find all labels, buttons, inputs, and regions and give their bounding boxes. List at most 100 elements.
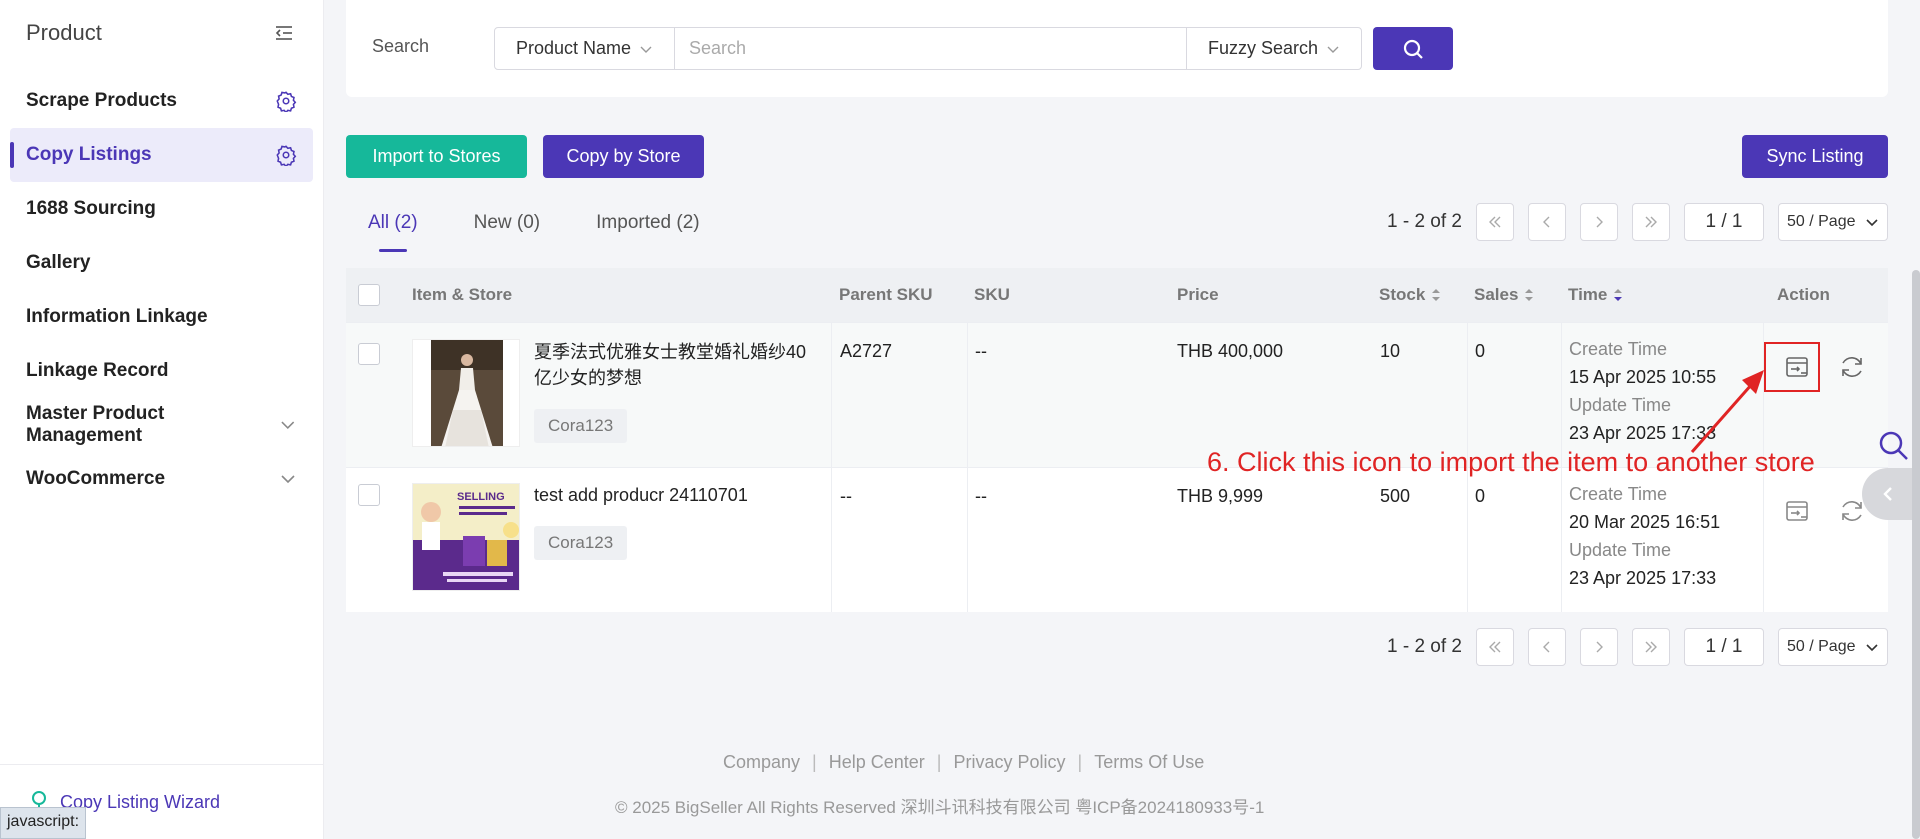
- sidebar-item-woocommerce[interactable]: WooCommerce: [10, 452, 313, 506]
- next-page-button[interactable]: [1580, 628, 1618, 666]
- page-size-value: 50 / Page: [1787, 638, 1856, 655]
- sku: --: [975, 486, 987, 506]
- page-indicator[interactable]: 1 / 1: [1684, 628, 1764, 666]
- sidebar-item-copy-listings[interactable]: Copy Listings: [10, 128, 313, 182]
- status-tabs: All (2) New (0) Imported (2): [346, 200, 734, 252]
- sidebar-item-master-product-management[interactable]: Master Product Management: [10, 398, 313, 452]
- pagination-range: 1 - 2 of 2: [1387, 211, 1462, 232]
- search-mode-select[interactable]: Fuzzy Search: [1187, 28, 1361, 69]
- search-input[interactable]: Search: [675, 28, 1187, 69]
- search-field-value: Product Name: [515, 38, 632, 58]
- stock: 500: [1380, 486, 1411, 506]
- gear-icon[interactable]: [275, 144, 297, 166]
- footer-link-company[interactable]: Company: [723, 752, 800, 773]
- sort-icon: [1614, 289, 1623, 301]
- scrollbar[interactable]: [1912, 270, 1920, 839]
- sidebar-item-label: Linkage Record: [26, 360, 169, 381]
- sync-icon[interactable]: [1837, 352, 1867, 382]
- header-action: Action: [1777, 285, 1830, 304]
- product-title[interactable]: test add producr 24110701: [534, 482, 824, 508]
- last-page-button[interactable]: [1632, 203, 1670, 241]
- next-page-button[interactable]: [1580, 203, 1618, 241]
- search-field-select[interactable]: Product Name: [495, 28, 675, 69]
- search-mode-value: Fuzzy Search: [1207, 38, 1319, 58]
- pagination-top: 1 - 2 of 2 1 / 1 50 / Page: [1387, 203, 1888, 241]
- chevron-left-icon: [1543, 641, 1550, 653]
- sidebar-item-label: WooCommerce: [26, 468, 166, 489]
- sort-icon: [1525, 289, 1534, 301]
- search-button[interactable]: [1373, 27, 1453, 70]
- gear-icon[interactable]: [275, 90, 297, 112]
- sidebar-item-linkage-record[interactable]: Linkage Record: [10, 344, 313, 398]
- chevron-down-icon: [1866, 644, 1878, 652]
- footer-link-help-center[interactable]: Help Center: [829, 752, 925, 773]
- header-item-store: Item & Store: [412, 285, 513, 304]
- sidebar-nav: Scrape Products Copy Listings 1688 Sourc…: [0, 74, 323, 506]
- header-stock-label: Stock: [1379, 285, 1426, 304]
- page-size-value: 50 / Page: [1787, 213, 1856, 230]
- import-store-icon[interactable]: [1782, 496, 1812, 526]
- chevron-down-icon: [281, 475, 295, 484]
- sales: 0: [1475, 341, 1486, 361]
- tab-all[interactable]: All (2): [346, 200, 440, 252]
- tab-imported[interactable]: Imported (2): [574, 200, 721, 252]
- pagination-bottom: 1 - 2 of 2 1 / 1 50 / Page: [1387, 628, 1888, 666]
- first-page-button[interactable]: [1476, 203, 1514, 241]
- sidebar-item-label: 1688 Sourcing: [26, 198, 156, 219]
- floating-search-icon[interactable]: [1876, 428, 1910, 462]
- header-time[interactable]: Time: [1568, 268, 1623, 322]
- search-label: Search: [372, 36, 430, 56]
- copy-by-store-button[interactable]: Copy by Store: [543, 135, 704, 178]
- page-size-select[interactable]: 50 / Page: [1778, 628, 1888, 666]
- collapse-menu-icon[interactable]: [273, 22, 295, 44]
- prev-page-button[interactable]: [1528, 203, 1566, 241]
- product-thumbnail[interactable]: [412, 339, 520, 447]
- last-page-button[interactable]: [1632, 628, 1670, 666]
- supplement-ad-image: SELLING: [413, 484, 519, 590]
- update-time: 23 Apr 2025 17:33: [1569, 568, 1717, 588]
- double-chevron-right-icon: [1645, 641, 1657, 653]
- sync-listing-button[interactable]: Sync Listing: [1742, 135, 1888, 178]
- listings-table: Item & Store Parent SKU SKU Price Stock …: [346, 268, 1888, 612]
- search-panel: Search Product Name Search Fuzzy Search: [346, 0, 1888, 97]
- table-header: Item & Store Parent SKU SKU Price Stock …: [346, 268, 1888, 322]
- price: THB 9,999: [1177, 486, 1264, 506]
- page-indicator[interactable]: 1 / 1: [1684, 203, 1764, 241]
- header-sales[interactable]: Sales: [1474, 268, 1534, 322]
- sidebar-item-1688-sourcing[interactable]: 1688 Sourcing: [10, 182, 313, 236]
- prev-page-button[interactable]: [1528, 628, 1566, 666]
- double-chevron-right-icon: [1645, 216, 1657, 228]
- sidebar-item-label: Master Product Management: [26, 403, 165, 446]
- row-checkbox[interactable]: [358, 343, 380, 365]
- row-checkbox[interactable]: [358, 484, 380, 506]
- time-info: Create Time 20 Mar 2025 16:51 Update Tim…: [1569, 480, 1720, 592]
- footer-link-privacy-policy[interactable]: Privacy Policy: [953, 752, 1065, 773]
- product-title[interactable]: 夏季法式优雅女士教堂婚礼婚纱40亿少女的梦想: [534, 339, 824, 391]
- product-thumbnail[interactable]: SELLING: [412, 483, 520, 591]
- header-price: Price: [1177, 285, 1219, 304]
- header-stock[interactable]: Stock: [1379, 268, 1441, 322]
- select-all-checkbox[interactable]: [358, 284, 380, 306]
- price: THB 400,000: [1177, 341, 1284, 361]
- sort-icon: [1432, 289, 1441, 301]
- tab-new[interactable]: New (0): [452, 200, 563, 252]
- search-icon: [1403, 39, 1423, 59]
- page-size-select[interactable]: 50 / Page: [1778, 203, 1888, 241]
- sidebar-item-label: Information Linkage: [26, 306, 208, 327]
- sku: --: [975, 341, 987, 361]
- chevron-down-icon: [640, 46, 652, 53]
- store-tag: Cora123: [534, 526, 628, 560]
- sidebar-item-label: Gallery: [26, 252, 91, 273]
- update-time-label: Update Time: [1569, 540, 1672, 560]
- sidebar-title: Product: [26, 20, 102, 45]
- first-page-button[interactable]: [1476, 628, 1514, 666]
- table-row: 夏季法式优雅女士教堂婚礼婚纱40亿少女的梦想 Cora123 A2727 -- …: [346, 322, 1888, 467]
- double-chevron-left-icon: [1489, 641, 1501, 653]
- sidebar-item-scrape-products[interactable]: Scrape Products: [10, 74, 313, 128]
- import-to-stores-button[interactable]: Import to Stores: [346, 135, 527, 178]
- sidebar-item-information-linkage[interactable]: Information Linkage: [10, 290, 313, 344]
- chevron-down-icon: [1327, 46, 1339, 53]
- sidebar-item-gallery[interactable]: Gallery: [10, 236, 313, 290]
- footer-link-terms-of-use[interactable]: Terms Of Use: [1094, 752, 1204, 773]
- header-sales-label: Sales: [1474, 285, 1519, 304]
